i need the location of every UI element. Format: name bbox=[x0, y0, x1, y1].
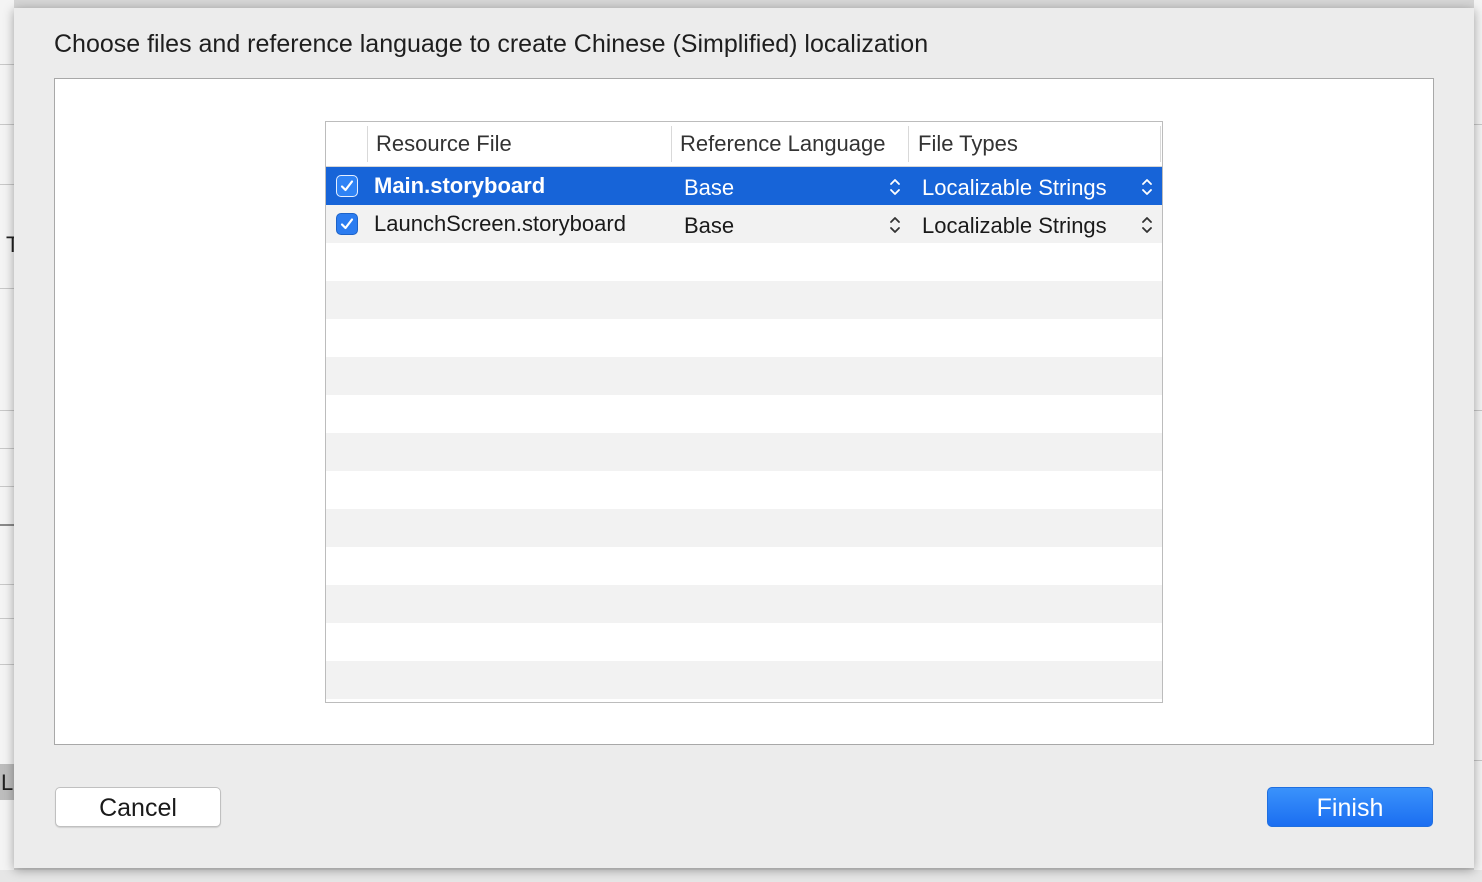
content-panel: Resource File Reference Language File Ty… bbox=[54, 78, 1434, 745]
empty-row bbox=[326, 357, 1162, 395]
column-separator bbox=[908, 126, 909, 162]
reference-language-popup[interactable]: Base bbox=[684, 169, 734, 207]
empty-row bbox=[326, 661, 1162, 699]
empty-row bbox=[326, 433, 1162, 471]
checkmark-icon bbox=[340, 218, 354, 230]
empty-row bbox=[326, 395, 1162, 433]
empty-row bbox=[326, 547, 1162, 585]
popup-chevrons-icon[interactable] bbox=[888, 215, 902, 235]
resource-file-name: Main.storyboard bbox=[374, 173, 546, 198]
popup-chevrons-icon[interactable] bbox=[1140, 177, 1154, 197]
column-separator bbox=[671, 126, 672, 162]
resource-table[interactable]: Resource File Reference Language File Ty… bbox=[325, 121, 1163, 703]
finish-button[interactable]: Finish bbox=[1267, 787, 1433, 827]
table-body: Main.storyboard Base Localizable Strings bbox=[326, 167, 1162, 702]
empty-row bbox=[326, 623, 1162, 661]
column-header-resource-file[interactable]: Resource File bbox=[376, 122, 512, 166]
file-type-popup[interactable]: Localizable Strings bbox=[922, 169, 1107, 207]
background-glyph: L bbox=[1, 770, 14, 795]
table-row[interactable]: LaunchScreen.storyboard Base Localizable… bbox=[326, 205, 1162, 243]
reference-language-popup[interactable]: Base bbox=[684, 207, 734, 245]
checkmark-icon bbox=[340, 180, 354, 192]
file-type-popup[interactable]: Localizable Strings bbox=[922, 207, 1107, 245]
background-window-bottom-edge bbox=[0, 870, 1482, 882]
popup-chevrons-icon[interactable] bbox=[1140, 215, 1154, 235]
include-checkbox[interactable] bbox=[336, 175, 358, 197]
resource-file-name: LaunchScreen.storyboard bbox=[374, 211, 626, 236]
empty-row bbox=[326, 471, 1162, 509]
column-separator bbox=[1160, 126, 1161, 162]
empty-row bbox=[326, 319, 1162, 357]
cancel-button[interactable]: Cancel bbox=[55, 787, 221, 827]
dialog-title: Choose files and reference language to c… bbox=[54, 30, 929, 58]
column-header-file-types[interactable]: File Types bbox=[918, 122, 1018, 166]
column-separator bbox=[367, 126, 368, 162]
empty-row bbox=[326, 243, 1162, 281]
popup-chevrons-icon[interactable] bbox=[888, 177, 902, 197]
background-window-right-edge bbox=[1474, 0, 1482, 882]
empty-row bbox=[326, 509, 1162, 547]
empty-row bbox=[326, 585, 1162, 623]
column-header-reference-language[interactable]: Reference Language bbox=[680, 122, 886, 166]
include-checkbox[interactable] bbox=[336, 213, 358, 235]
table-header: Resource File Reference Language File Ty… bbox=[326, 122, 1162, 167]
table-row[interactable]: Main.storyboard Base Localizable Strings bbox=[326, 167, 1162, 205]
background-window-left-edge: T L bbox=[0, 0, 19, 882]
empty-row bbox=[326, 281, 1162, 319]
localization-sheet: Choose files and reference language to c… bbox=[14, 8, 1474, 868]
